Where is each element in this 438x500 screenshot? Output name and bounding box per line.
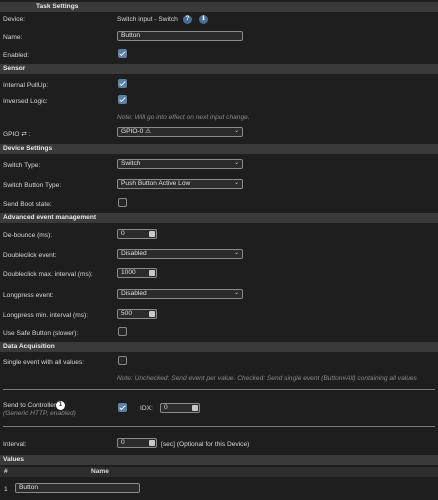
longpress-select[interactable]: Disabled ⌄ [117,289,243,299]
help-icon[interactable]: ? [183,15,192,24]
pullup-checkbox[interactable] [118,79,127,88]
lp-interval-label: Longpress min. interval (ms): [3,312,89,319]
boot-state-checkbox[interactable] [118,198,127,207]
switch-type-label: Switch Type: [3,162,41,169]
safe-button-checkbox[interactable] [118,327,127,336]
sensor-note: Note: Will go into effect on next input … [117,114,250,121]
spinner-icon[interactable] [149,270,155,276]
lp-interval-input[interactable]: 500 [117,309,157,319]
safe-button-label: Use Safe Button (slower): [3,330,79,337]
spinner-icon[interactable] [149,311,155,317]
section-header-sensor: Sensor [0,64,438,74]
section-title: Values [3,456,24,463]
debounce-input[interactable]: 0 [117,229,157,239]
spinner-icon[interactable] [149,231,155,237]
switch-type-value: Switch [121,160,141,167]
boot-state-label: Send Boot state: [3,201,52,208]
controller-label: Send to Controller [3,402,57,409]
name-label: Name: [3,34,23,41]
interval-label: Interval: [3,441,27,448]
idx-input[interactable]: 0 [160,403,200,413]
section-header-values: Values [0,455,438,465]
single-event-label: Single event with all values: [3,359,85,366]
divider [3,389,435,390]
enabled-label: Enabled: [3,52,30,59]
idx-value: 0 [164,404,168,411]
interval-input[interactable]: 0 [117,438,157,448]
info-icon[interactable]: ℹ [199,15,208,24]
section-title: Device Settings [3,145,53,152]
gpio-select[interactable]: GPIO-0 ⚠ ⌄ [117,127,243,137]
interval-value: 0 [121,439,125,446]
chevron-down-icon: ⌄ [233,160,239,166]
dc-interval-value: 1000 [121,269,136,276]
single-event-note: Note: Unchecked: Send event per value. C… [117,375,417,382]
col-num-header: # [4,468,8,475]
device-label: Device: [3,16,25,23]
longpress-value: Disabled [121,290,147,297]
controller-sub: (Generic HTTP, enabled) [3,410,76,417]
debounce-label: De-bounce (ms): [3,232,53,239]
doubleclick-select[interactable]: Disabled ⌄ [117,249,243,259]
spinner-icon[interactable] [192,405,198,411]
longpress-label: Longpress event: [3,292,54,299]
enabled-checkbox[interactable] [118,49,127,58]
col-name-header: Name [91,468,109,475]
inversed-label: Inversed Logic: [3,98,48,105]
doubleclick-value: Disabled [121,250,147,257]
value-row-num: 1 [4,486,8,493]
inversed-checkbox[interactable] [118,95,127,104]
button-type-label: Switch Button Type: [3,182,62,189]
chevron-down-icon: ⌄ [233,290,239,296]
interval-suffix: [sec] (Optional for this Device) [161,441,250,448]
single-event-checkbox[interactable] [118,356,127,365]
debounce-value: 0 [121,230,125,237]
pullup-label: Internal PullUp: [3,82,49,89]
section-title: Sensor [3,65,26,72]
controller-number-badge: 1 [56,401,65,410]
value-name-input[interactable]: Button [15,483,140,493]
button-type-select[interactable]: Push Button Active Low ⌄ [117,179,243,189]
controller-enabled-checkbox[interactable] [118,403,127,412]
dc-interval-label: Doubleclick max. interval (ms): [3,271,93,278]
doubleclick-label: Doubleclick event: [3,252,57,259]
chevron-down-icon: ⌄ [233,250,239,256]
gpio-value: GPIO-0 ⚠ [121,128,152,135]
gpio-label: GPIO ⇄ : [3,131,31,138]
section-header-device-settings: Device Settings [0,144,438,154]
divider [3,426,435,427]
button-type-value: Push Button Active Low [121,180,191,187]
spinner-icon[interactable] [149,440,155,446]
section-title: Data Acquisition [3,343,55,350]
name-input[interactable]: Button [117,31,243,41]
lp-interval-value: 500 [121,310,133,317]
section-header-advanced: Advanced event management [0,213,438,223]
chevron-down-icon: ⌄ [233,128,239,134]
values-table-header: # Name [0,467,438,477]
section-header-data-acquisition: Data Acquisition [0,342,438,352]
chevron-down-icon: ⌄ [233,180,239,186]
dc-interval-input[interactable]: 1000 [117,268,157,278]
section-title: Advanced event management [3,214,97,221]
section-header-task-settings: Task Settings [0,2,438,12]
switch-type-select[interactable]: Switch ⌄ [117,159,243,169]
section-title: Task Settings [36,3,79,10]
device-value: Switch input - Switch [117,16,178,23]
idx-label: IDX: [140,405,153,412]
